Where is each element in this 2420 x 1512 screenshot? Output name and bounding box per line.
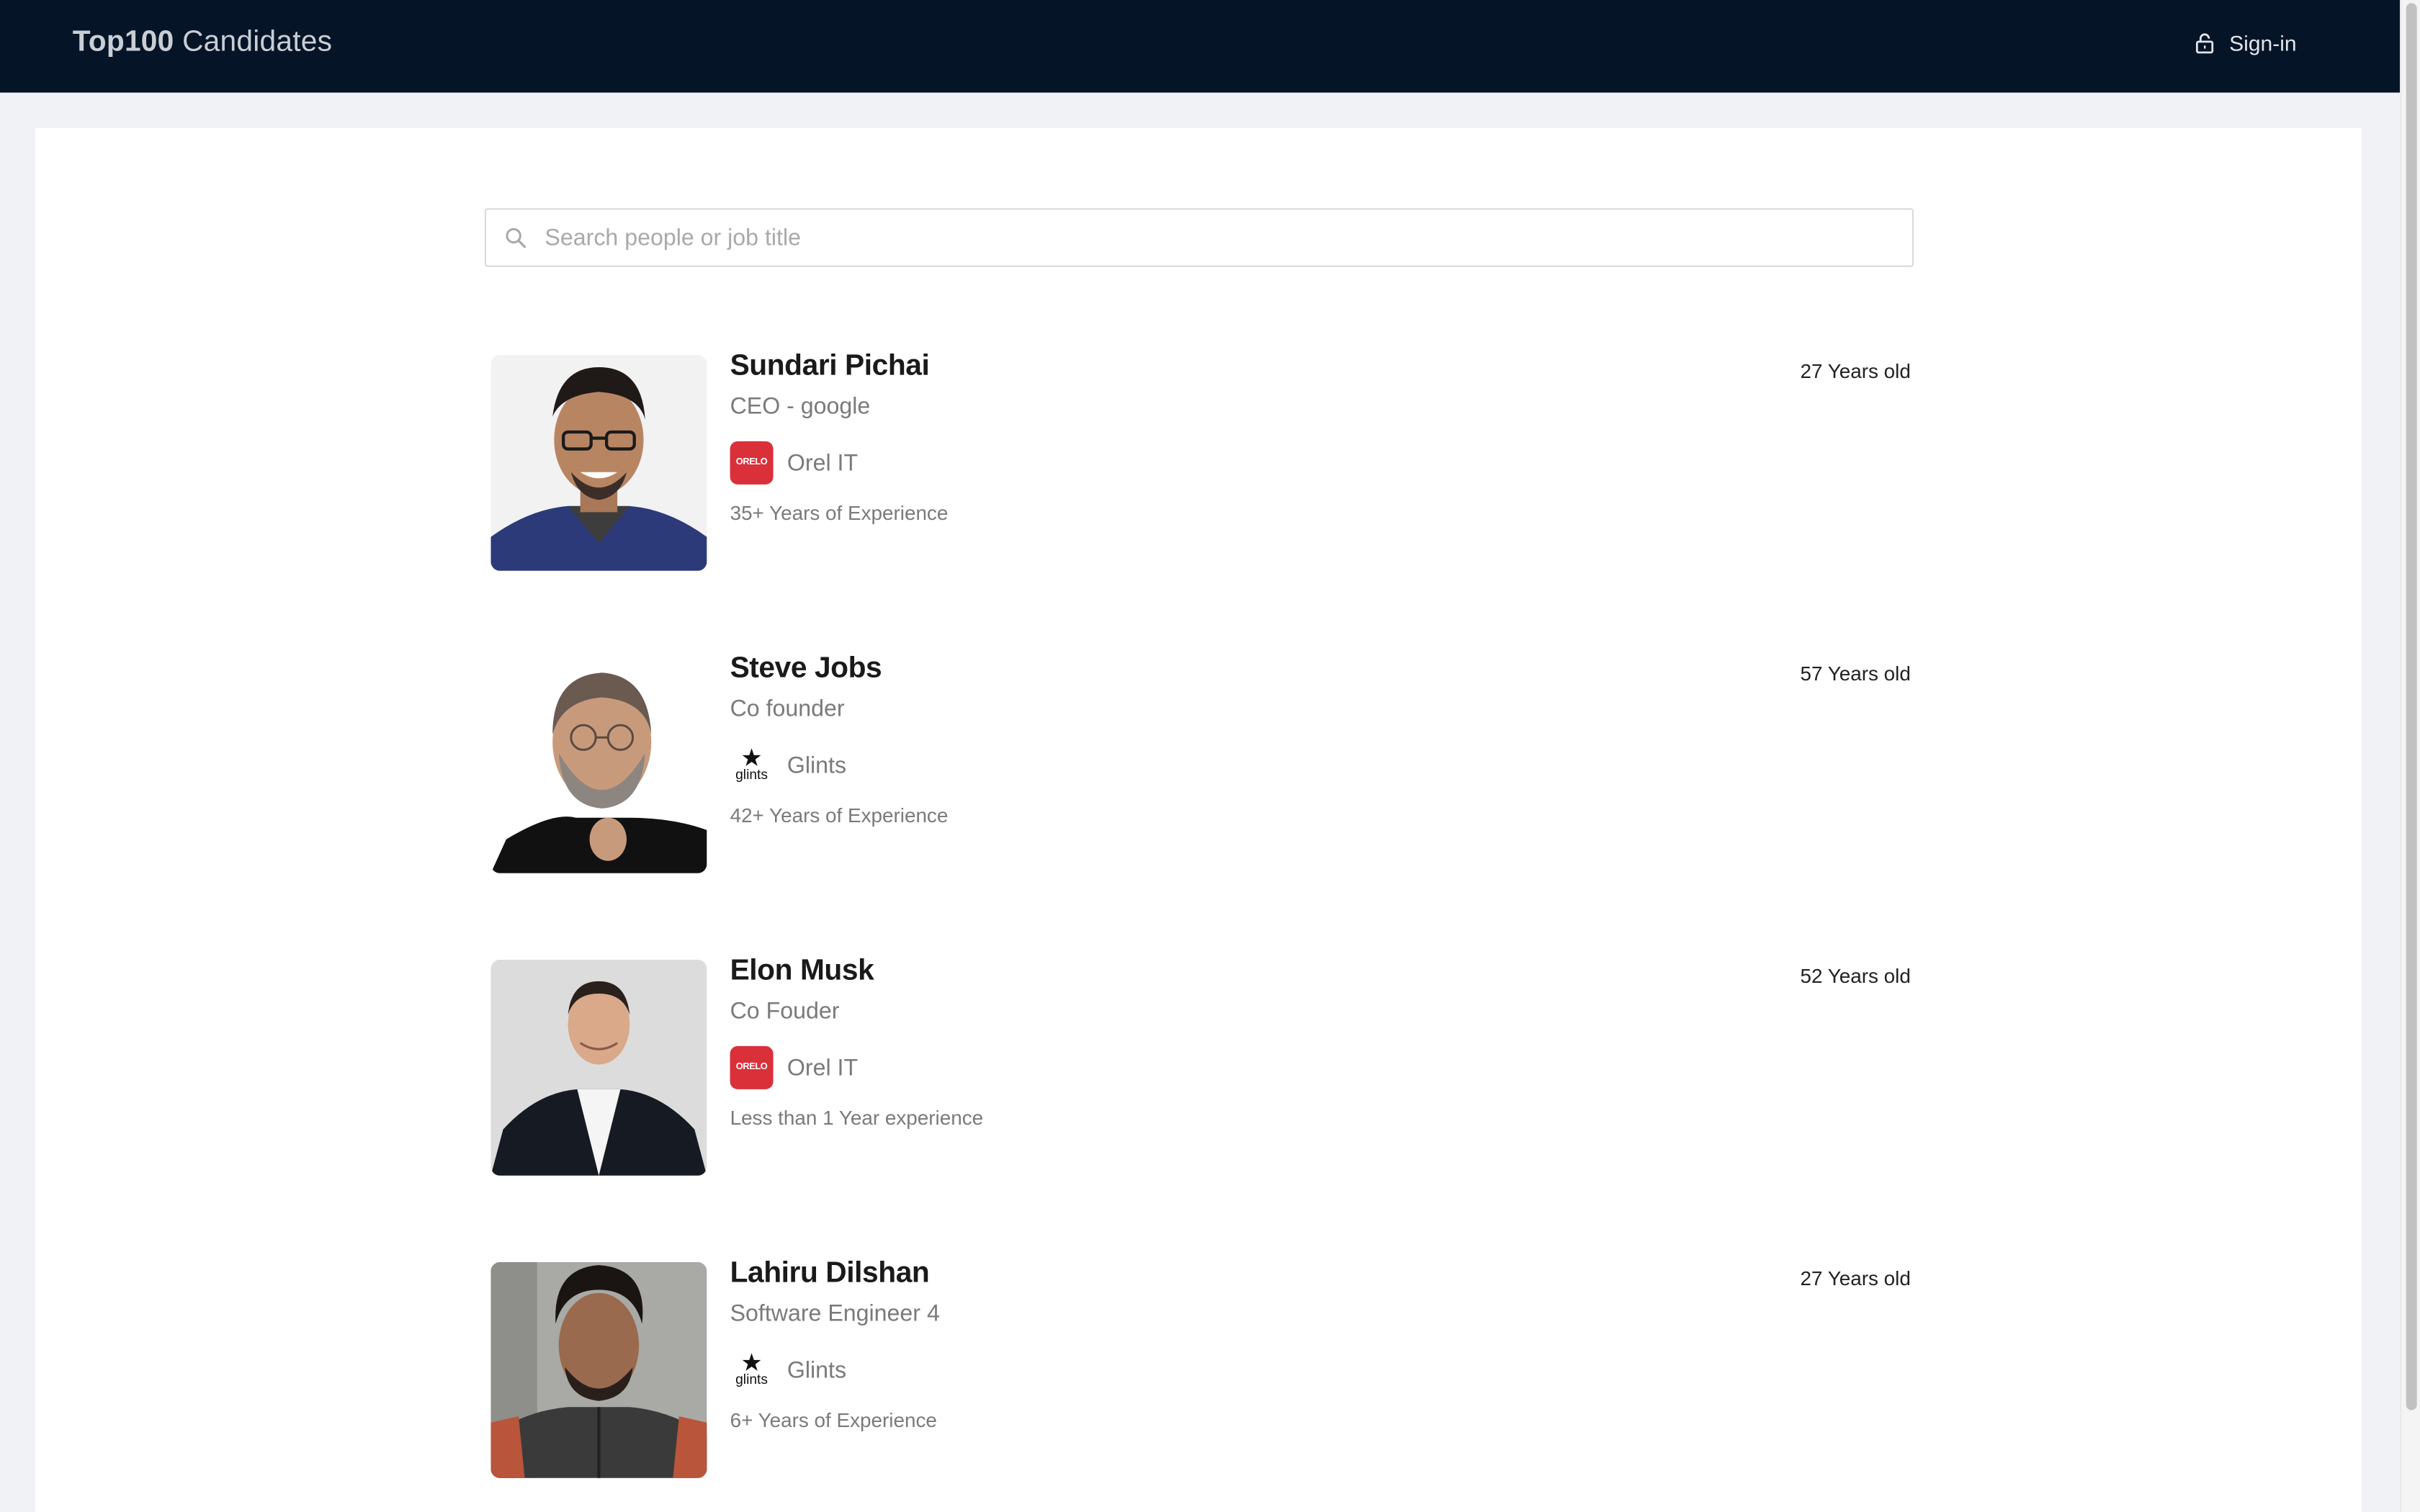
candidate-name[interactable]: Elon Musk [730, 955, 874, 989]
sign-in-button[interactable]: Sign-in [2195, 31, 2297, 55]
candidate-photo[interactable] [490, 354, 707, 571]
candidate-card[interactable]: Sundari Pichai CEO - google ORELO Orel I… [490, 350, 1911, 571]
candidate-age: 57 Years old [1800, 662, 1911, 685]
candidate-name[interactable]: Lahiru Dilshan [730, 1257, 930, 1291]
candidate-photo[interactable] [490, 657, 707, 873]
glints-logo-icon: glints [730, 744, 774, 787]
lock-icon [2195, 32, 2215, 54]
candidate-title: Software Engineer 4 [730, 1300, 940, 1327]
main-content: Sundari Pichai CEO - google ORELO Orel I… [35, 127, 2362, 1512]
candidate-title: Co founder [730, 696, 845, 722]
candidate-company: ORELO Orel IT [730, 441, 859, 485]
orel-logo-text: ORELO [735, 458, 768, 468]
orel-logo-icon: ORELO [730, 1045, 774, 1089]
candidate-experience: 6+ Years of Experience [730, 1408, 937, 1432]
candidate-age: 52 Years old [1800, 964, 1911, 988]
candidate-experience: Less than 1 Year experience [730, 1106, 984, 1130]
page-scrollbar[interactable] [2400, 0, 2420, 1512]
candidate-company: ORELO Orel IT [730, 1045, 859, 1089]
brand-name-rest: Candidates [174, 26, 333, 59]
orel-logo-icon: ORELO [730, 441, 774, 485]
top-navbar: Top100 Candidates Sign-in [0, 0, 2401, 93]
candidate-company: glints Glints [730, 744, 846, 787]
candidate-experience: 42+ Years of Experience [730, 804, 949, 827]
glints-logo-icon: glints [730, 1349, 774, 1392]
company-name: Orel IT [786, 1054, 859, 1081]
sign-in-label: Sign-in [2229, 30, 2297, 56]
candidate-age: 27 Years old [1800, 1266, 1911, 1290]
brand-name-bold: Top100 [72, 26, 174, 59]
candidate-card[interactable]: Lahiru Dilshan Software Engineer 4 glint… [490, 1257, 1911, 1478]
candidate-card[interactable]: Elon Musk Co Fouder ORELO Orel IT Less t… [490, 955, 1911, 1176]
candidate-experience: 35+ Years of Experience [730, 501, 949, 525]
search-bar[interactable] [484, 208, 1914, 267]
candidate-age: 27 Years old [1800, 359, 1911, 383]
candidate-company: glints Glints [730, 1349, 846, 1392]
scrollbar-thumb[interactable] [2406, 3, 2417, 1410]
search-input[interactable] [544, 224, 1873, 251]
search-icon [505, 227, 526, 248]
company-name: Glints [786, 752, 847, 779]
candidate-name[interactable]: Sundari Pichai [730, 350, 930, 384]
candidate-photo[interactable] [490, 1261, 707, 1478]
candidate-title: CEO - google [730, 393, 871, 420]
company-name: Orel IT [786, 449, 859, 477]
company-name: Glints [786, 1356, 847, 1384]
glints-logo-text: glints [735, 1372, 768, 1387]
candidate-name[interactable]: Steve Jobs [730, 652, 882, 686]
glints-logo-text: glints [735, 768, 768, 783]
candidate-title: Co Fouder [730, 998, 840, 1025]
orel-logo-text: ORELO [735, 1063, 768, 1073]
brand-logo[interactable]: Top100 Candidates [73, 26, 333, 60]
candidate-card[interactable]: Steve Jobs Co founder glints Glints 42+ … [490, 652, 1911, 873]
candidate-photo[interactable] [490, 959, 707, 1176]
